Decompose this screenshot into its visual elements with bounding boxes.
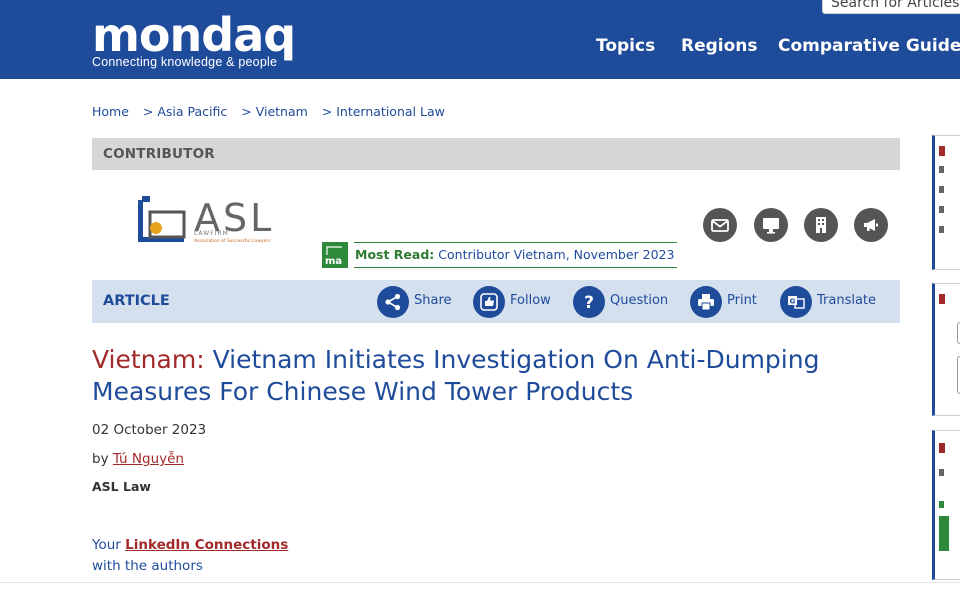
author-link[interactable]: Tú Nguyễn	[113, 451, 184, 467]
question-button[interactable]: ? Question	[573, 286, 673, 318]
sidebar-card-3-line	[939, 469, 944, 476]
email-icon[interactable]	[703, 208, 737, 242]
contributor-header: CONTRIBUTOR	[92, 138, 900, 170]
sidebar-card-1-heading	[939, 146, 945, 156]
sidebar-card-3-button[interactable]	[939, 516, 949, 551]
article-firm[interactable]: ASL Law	[92, 479, 151, 494]
article-byline: by Tú Nguyễn	[92, 451, 184, 467]
sidebar-card-3-heading	[939, 443, 945, 453]
nav-regions[interactable]: Regions	[681, 36, 758, 56]
sidebar-card-2	[932, 283, 960, 416]
sidebar-card-1-line	[939, 206, 944, 213]
megaphone-icon[interactable]	[854, 208, 888, 242]
breadcrumb-asia-pacific[interactable]: > Asia Pacific	[143, 104, 227, 119]
most-read-award[interactable]: ma Most Read: Contributor Vietnam, Novem…	[322, 242, 677, 268]
sidebar-card-1-line	[939, 166, 944, 173]
follow-label: Follow	[510, 293, 551, 308]
mondaq-logo[interactable]: mondaq Connecting knowledge & people	[92, 8, 296, 69]
sidebar-card-3	[932, 430, 960, 580]
print-icon	[690, 286, 722, 318]
search-input[interactable]: Search for Articles	[822, 0, 960, 14]
sidebar-card-1-line	[939, 226, 944, 233]
desktop-icon[interactable]	[754, 208, 788, 242]
sidebar-card-1	[932, 135, 960, 270]
byline-prefix: by	[92, 451, 109, 467]
question-icon: ?	[573, 286, 605, 318]
svg-text:?: ?	[584, 293, 594, 312]
article-label: ARTICLE	[103, 293, 170, 309]
site-header: mondaq Connecting knowledge & people Sea…	[0, 0, 960, 79]
translate-label: Translate	[817, 293, 877, 308]
linkedin-link[interactable]: LinkedIn Connections	[125, 537, 288, 553]
share-icon	[377, 286, 409, 318]
sidebar-card-2-heading	[939, 294, 945, 304]
logo-wordmark: mondaq	[92, 8, 296, 62]
nav-topics[interactable]: Topics	[596, 36, 655, 56]
contributor-label: CONTRIBUTOR	[103, 146, 215, 162]
most-read-text: Most Read: Contributor Vietnam, November…	[354, 242, 677, 268]
breadcrumb-home[interactable]: Home	[92, 104, 129, 119]
svg-text:G: G	[790, 298, 796, 306]
firm-logo[interactable]: ASL LAWFIRM Association of Successful La…	[136, 196, 296, 248]
firm-logo-small: LAWFIRM	[194, 230, 229, 237]
follow-icon	[473, 286, 505, 318]
nav-comparative-guides[interactable]: Comparative Guides	[778, 36, 960, 56]
print-label: Print	[727, 293, 757, 308]
translate-icon: G	[780, 286, 812, 318]
ma-badge: ma	[322, 242, 348, 268]
sidebar-card-3-accent	[939, 501, 944, 508]
linkedin-suffix: with the authors	[92, 558, 203, 574]
share-button[interactable]: Share	[377, 286, 457, 318]
share-label: Share	[414, 293, 452, 308]
divider	[0, 582, 960, 583]
article-country[interactable]: Vietnam:	[92, 345, 205, 374]
question-label: Question	[610, 293, 669, 308]
breadcrumb-vietnam[interactable]: > Vietnam	[241, 104, 308, 119]
article-toolbar: ARTICLE Share Follow ? Question Print G …	[92, 280, 900, 323]
logo-tagline: Connecting knowledge & people	[92, 55, 278, 69]
ma-badge-text: ma	[325, 256, 343, 267]
print-button[interactable]: Print	[690, 286, 765, 318]
breadcrumb-international-law[interactable]: > International Law	[322, 104, 445, 119]
translate-button[interactable]: G Translate	[780, 286, 890, 318]
firm-logo-tagline: Association of Successful Lawyers	[194, 239, 271, 244]
building-icon[interactable]	[804, 208, 838, 242]
follow-button[interactable]: Follow	[473, 286, 558, 318]
article-date: 02 October 2023	[92, 422, 207, 438]
linkedin-prefix: Your	[92, 537, 121, 553]
sidebar-card-1-line	[939, 186, 944, 193]
most-read-label: Most Read:	[355, 247, 435, 262]
breadcrumb: Home > Asia Pacific > Vietnam > Internat…	[92, 104, 455, 119]
most-read-value: Contributor Vietnam, November 2023	[438, 247, 675, 262]
linkedin-connections: Your LinkedIn Connections with the autho…	[92, 535, 288, 577]
article-title: Vietnam: Vietnam Initiates Investigation…	[92, 344, 852, 408]
